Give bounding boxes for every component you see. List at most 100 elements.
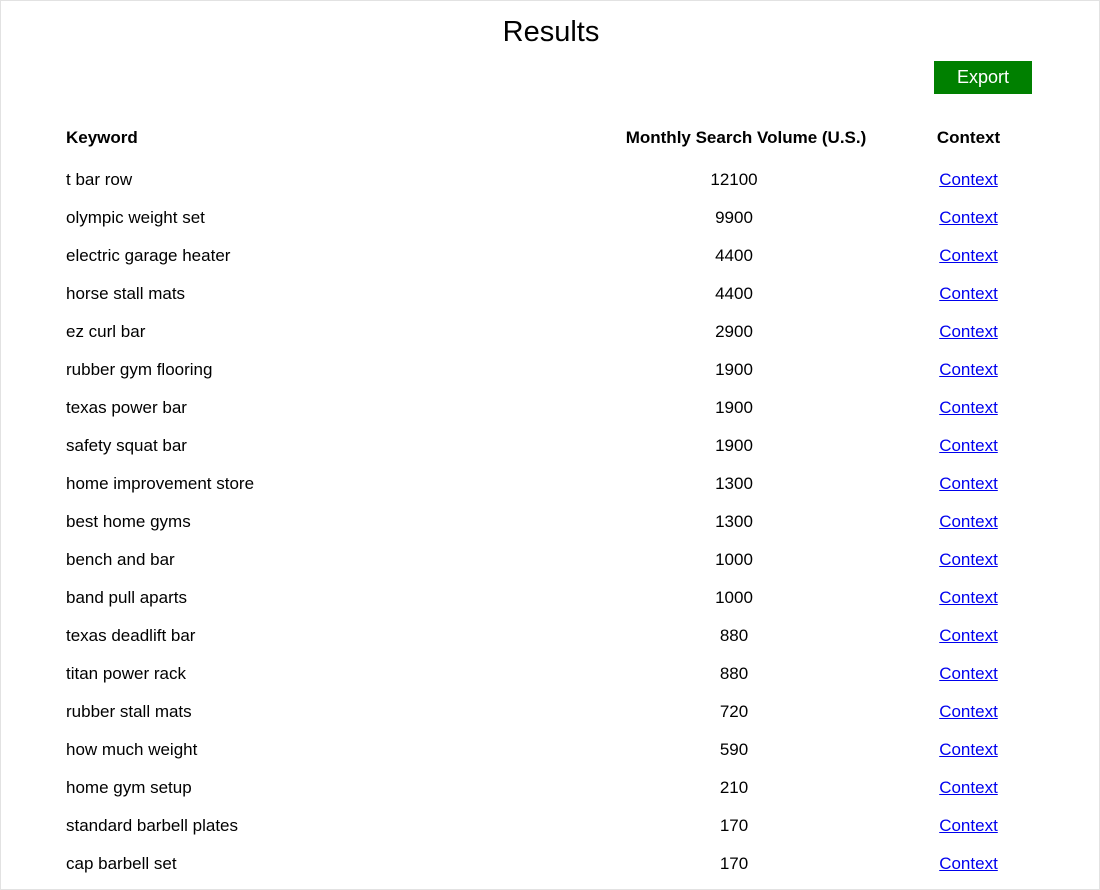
- context-link[interactable]: Context: [939, 436, 998, 455]
- cell-keyword: texas deadlift bar: [66, 617, 586, 655]
- context-link[interactable]: Context: [939, 664, 998, 683]
- toolbar: Export: [1, 61, 1100, 95]
- export-button[interactable]: Export: [934, 61, 1032, 94]
- cell-search-volume: 9900: [586, 199, 906, 237]
- cell-context: Context: [906, 617, 1031, 655]
- table-row: home improvement store1300 Context: [66, 465, 1031, 503]
- cell-keyword: titan power rack: [66, 655, 586, 693]
- table-header-row: Keyword Monthly Search Volume (U.S.) Con…: [66, 121, 1031, 161]
- cell-context: Context: [906, 541, 1031, 579]
- cell-context: Context: [906, 579, 1031, 617]
- cell-search-volume: 1900: [586, 351, 906, 389]
- cell-keyword: band pull aparts: [66, 579, 586, 617]
- cell-context: Context: [906, 389, 1031, 427]
- results-table: Keyword Monthly Search Volume (U.S.) Con…: [66, 121, 1031, 883]
- cell-keyword: rubber gym flooring: [66, 351, 586, 389]
- table-row: ez curl bar2900 Context: [66, 313, 1031, 351]
- context-link[interactable]: Context: [939, 550, 998, 569]
- cell-search-volume: 590: [586, 731, 906, 769]
- cell-context: Context: [906, 769, 1031, 807]
- context-link[interactable]: Context: [939, 398, 998, 417]
- table-row: cap barbell set170 Context: [66, 845, 1031, 883]
- context-link[interactable]: Context: [939, 322, 998, 341]
- cell-search-volume: 880: [586, 655, 906, 693]
- table-header: Keyword Monthly Search Volume (U.S.) Con…: [66, 121, 1031, 161]
- table-body: t bar row12100Contextolympic weight set9…: [66, 161, 1031, 883]
- cell-search-volume: 12100: [586, 161, 906, 199]
- cell-keyword: how much weight: [66, 731, 586, 769]
- cell-search-volume: 1300: [586, 465, 906, 503]
- cell-keyword: home improvement store: [66, 465, 586, 503]
- cell-search-volume: 1900: [586, 427, 906, 465]
- table-row: horse stall mats4400 Context: [66, 275, 1031, 313]
- cell-context: Context: [906, 313, 1031, 351]
- context-link[interactable]: Context: [939, 284, 998, 303]
- context-link[interactable]: Context: [939, 626, 998, 645]
- cell-search-volume: 1000: [586, 579, 906, 617]
- cell-keyword: horse stall mats: [66, 275, 586, 313]
- results-page: Results Export Keyword Monthly Search Vo…: [0, 0, 1100, 890]
- column-header-context: Context: [906, 121, 1031, 161]
- cell-context: Context: [906, 655, 1031, 693]
- table-row: olympic weight set9900 Context: [66, 199, 1031, 237]
- table-row: best home gyms1300 Context: [66, 503, 1031, 541]
- cell-context: Context: [906, 161, 1031, 199]
- context-link[interactable]: Context: [939, 816, 998, 835]
- cell-keyword: texas power bar: [66, 389, 586, 427]
- cell-context: Context: [906, 351, 1031, 389]
- cell-keyword: ez curl bar: [66, 313, 586, 351]
- table-row: rubber stall mats720 Context: [66, 693, 1031, 731]
- cell-keyword: home gym setup: [66, 769, 586, 807]
- cell-context: Context: [906, 237, 1031, 275]
- cell-search-volume: 1300: [586, 503, 906, 541]
- table-row: texas deadlift bar880 Context: [66, 617, 1031, 655]
- cell-search-volume: 170: [586, 807, 906, 845]
- cell-context: Context: [906, 275, 1031, 313]
- context-link[interactable]: Context: [939, 246, 998, 265]
- cell-keyword: olympic weight set: [66, 199, 586, 237]
- cell-search-volume: 880: [586, 617, 906, 655]
- cell-keyword: rubber stall mats: [66, 693, 586, 731]
- cell-keyword: electric garage heater: [66, 237, 586, 275]
- column-header-keyword: Keyword: [66, 121, 586, 161]
- table-row: texas power bar1900Context: [66, 389, 1031, 427]
- table-row: how much weight590 Context: [66, 731, 1031, 769]
- cell-context: Context: [906, 465, 1031, 503]
- cell-search-volume: 4400: [586, 275, 906, 313]
- context-link[interactable]: Context: [939, 474, 998, 493]
- cell-context: Context: [906, 503, 1031, 541]
- context-link[interactable]: Context: [939, 208, 998, 227]
- cell-search-volume: 170: [586, 845, 906, 883]
- cell-keyword: standard barbell plates: [66, 807, 586, 845]
- cell-search-volume: 210: [586, 769, 906, 807]
- cell-search-volume: 4400: [586, 237, 906, 275]
- cell-search-volume: 1000: [586, 541, 906, 579]
- context-link[interactable]: Context: [939, 740, 998, 759]
- cell-context: Context: [906, 731, 1031, 769]
- cell-keyword: best home gyms: [66, 503, 586, 541]
- cell-context: Context: [906, 845, 1031, 883]
- table-row: titan power rack880 Context: [66, 655, 1031, 693]
- context-link[interactable]: Context: [939, 512, 998, 531]
- context-link[interactable]: Context: [939, 854, 998, 873]
- cell-search-volume: 720: [586, 693, 906, 731]
- table-row: band pull aparts1000 Context: [66, 579, 1031, 617]
- column-header-volume: Monthly Search Volume (U.S.): [586, 121, 906, 161]
- cell-context: Context: [906, 693, 1031, 731]
- table-row: home gym setup210 Context: [66, 769, 1031, 807]
- table-row: t bar row12100 Context: [66, 161, 1031, 199]
- context-link[interactable]: Context: [939, 170, 998, 189]
- context-link[interactable]: Context: [939, 778, 998, 797]
- cell-search-volume: 2900: [586, 313, 906, 351]
- table-row: electric garage heater4400 Context: [66, 237, 1031, 275]
- table-row: standard barbell plates170 Context: [66, 807, 1031, 845]
- cell-keyword: bench and bar: [66, 541, 586, 579]
- cell-keyword: cap barbell set: [66, 845, 586, 883]
- cell-context: Context: [906, 199, 1031, 237]
- cell-keyword: t bar row: [66, 161, 586, 199]
- context-link[interactable]: Context: [939, 588, 998, 607]
- cell-context: Context: [906, 807, 1031, 845]
- page-title: Results: [1, 13, 1100, 51]
- context-link[interactable]: Context: [939, 360, 998, 379]
- context-link[interactable]: Context: [939, 702, 998, 721]
